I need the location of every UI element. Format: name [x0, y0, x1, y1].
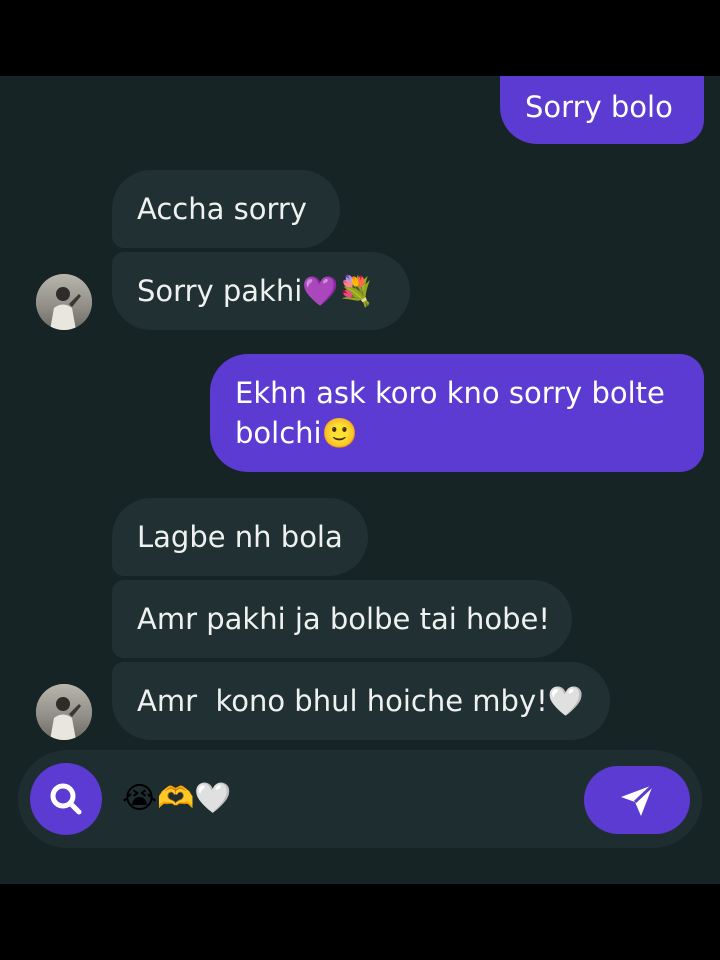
- message-text: Sorry pakhi💜💐: [137, 274, 375, 308]
- message-text: Sorry bolo: [525, 90, 673, 124]
- message-bubble-incoming[interactable]: Lagbe nh bola: [112, 498, 368, 576]
- send-button[interactable]: [584, 766, 690, 834]
- message-bubble-incoming[interactable]: Accha sorry: [112, 170, 340, 248]
- message-text-line-2: bolchi🙂: [235, 416, 358, 450]
- message-text-line-1: Ekhn ask koro kno sorry bolte: [235, 376, 665, 410]
- message-text: Accha sorry: [137, 192, 307, 226]
- message-composer[interactable]: 😭🫶🤍: [18, 750, 702, 848]
- search-icon: [50, 783, 82, 815]
- message-bubble-outgoing[interactable]: Sorry bolo: [500, 76, 704, 144]
- contact-avatar[interactable]: [36, 684, 92, 740]
- chat-screen: Sorry bolo Accha sorry Sorry pakhi💜💐 Ekh…: [0, 76, 720, 884]
- avatar-photo: [36, 274, 92, 330]
- message-text: Amr kono bhul hoiche mby!🤍: [137, 684, 584, 718]
- message-bubble-incoming[interactable]: Amr kono bhul hoiche mby!🤍: [112, 662, 610, 740]
- message-bubble-incoming[interactable]: Sorry pakhi💜💐: [112, 252, 410, 330]
- contact-avatar[interactable]: [36, 274, 92, 330]
- avatar-photo: [36, 684, 92, 740]
- send-icon: [621, 783, 655, 816]
- message-bubble-outgoing[interactable]: Ekhn ask koro kno sorry bolte bolchi🙂: [210, 354, 704, 472]
- message-input[interactable]: 😭🫶🤍: [122, 777, 232, 821]
- message-bubble-incoming[interactable]: Amr pakhi ja bolbe tai hobe!: [112, 580, 572, 658]
- message-text: Amr pakhi ja bolbe tai hobe!: [137, 602, 550, 636]
- search-button[interactable]: [30, 763, 102, 835]
- message-text: Lagbe nh bola: [137, 520, 343, 554]
